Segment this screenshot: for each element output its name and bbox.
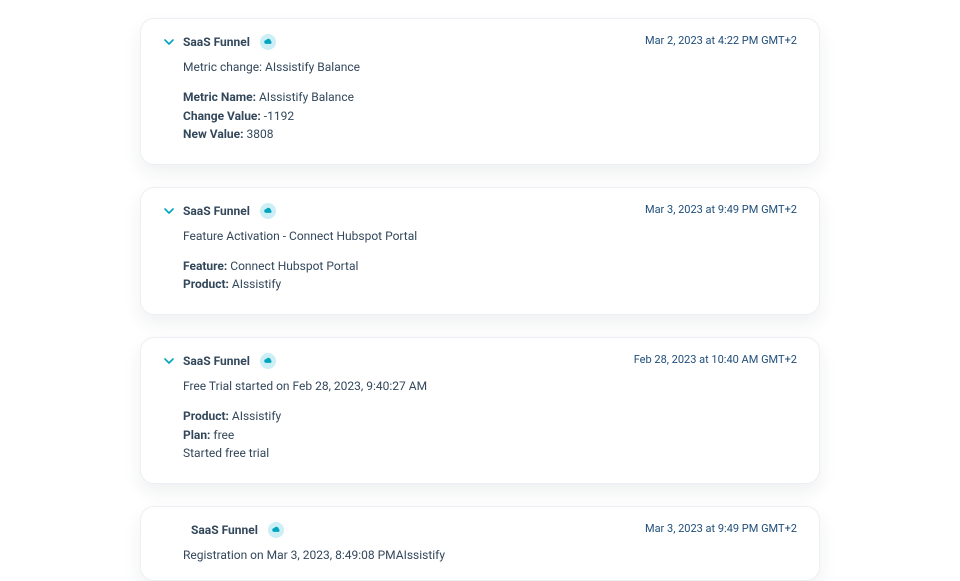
timeline-card: SaaS Funnel Mar 2, 2023 at 4:22 PM GMT+2… <box>140 18 820 165</box>
detail-row: Metric Name: AIssistify Balance <box>183 88 797 107</box>
detail-value: free <box>210 428 234 442</box>
timeline-card: SaaS Funnel Mar 3, 2023 at 9:49 PM GMT+2… <box>140 506 820 581</box>
detail-row: Plan: free <box>183 426 797 445</box>
detail-row: Feature: Connect Hubspot Portal <box>183 257 797 276</box>
timeline-card: SaaS Funnel Mar 3, 2023 at 9:49 PM GMT+2… <box>140 187 820 315</box>
detail-row: Started free trial <box>183 444 797 463</box>
detail-label: Feature: <box>183 259 227 273</box>
event-timestamp: Mar 3, 2023 at 9:49 PM GMT+2 <box>645 522 797 535</box>
event-timestamp: Mar 2, 2023 at 4:22 PM GMT+2 <box>645 34 797 47</box>
detail-row: Product: AIssistify <box>183 275 797 294</box>
detail-label: New Value: <box>183 127 244 141</box>
detail-label: Product: <box>183 409 229 423</box>
event-details: Metric Name: AIssistify Balance Change V… <box>183 88 797 144</box>
chevron-down-icon[interactable] <box>163 355 175 367</box>
event-source: SaaS Funnel <box>183 35 250 49</box>
detail-row: New Value: 3808 <box>183 125 797 144</box>
detail-value: -1192 <box>261 109 294 123</box>
detail-value: 3808 <box>244 127 274 141</box>
detail-label: Metric Name: <box>183 90 256 104</box>
event-details: Feature: Connect Hubspot Portal Product:… <box>183 257 797 294</box>
timeline: SaaS Funnel Mar 2, 2023 at 4:22 PM GMT+2… <box>0 0 960 581</box>
cloud-icon <box>260 34 276 50</box>
event-source: SaaS Funnel <box>183 204 250 218</box>
event-subject: Feature Activation - Connect Hubspot Por… <box>183 229 797 243</box>
event-subject: Metric change: AIssistify Balance <box>183 60 797 74</box>
event-timestamp: Feb 28, 2023 at 10:40 AM GMT+2 <box>634 353 797 366</box>
timeline-card: SaaS Funnel Feb 28, 2023 at 10:40 AM GMT… <box>140 337 820 484</box>
detail-label: Plan: <box>183 428 210 442</box>
event-source: SaaS Funnel <box>191 523 258 537</box>
chevron-down-icon[interactable] <box>163 205 175 217</box>
cloud-icon <box>260 353 276 369</box>
detail-value: AIssistify <box>229 277 281 291</box>
detail-label: Change Value: <box>183 109 261 123</box>
event-subject: Free Trial started on Feb 28, 2023, 9:40… <box>183 379 797 393</box>
cloud-icon <box>260 203 276 219</box>
chevron-down-icon[interactable] <box>163 36 175 48</box>
detail-label: Product: <box>183 277 229 291</box>
event-details: Product: AIssistify Plan: free Started f… <box>183 407 797 463</box>
detail-row: Change Value: -1192 <box>183 107 797 126</box>
detail-row: Product: AIssistify <box>183 407 797 426</box>
detail-trailing: Started free trial <box>183 446 269 460</box>
event-timestamp: Mar 3, 2023 at 9:49 PM GMT+2 <box>645 203 797 216</box>
detail-value: AIssistify <box>229 409 281 423</box>
detail-value: AIssistify Balance <box>256 90 354 104</box>
cloud-icon <box>268 522 284 538</box>
event-source: SaaS Funnel <box>183 354 250 368</box>
detail-value: Connect Hubspot Portal <box>227 259 358 273</box>
event-subject: Registration on Mar 3, 2023, 8:49:08 PMA… <box>183 548 797 562</box>
